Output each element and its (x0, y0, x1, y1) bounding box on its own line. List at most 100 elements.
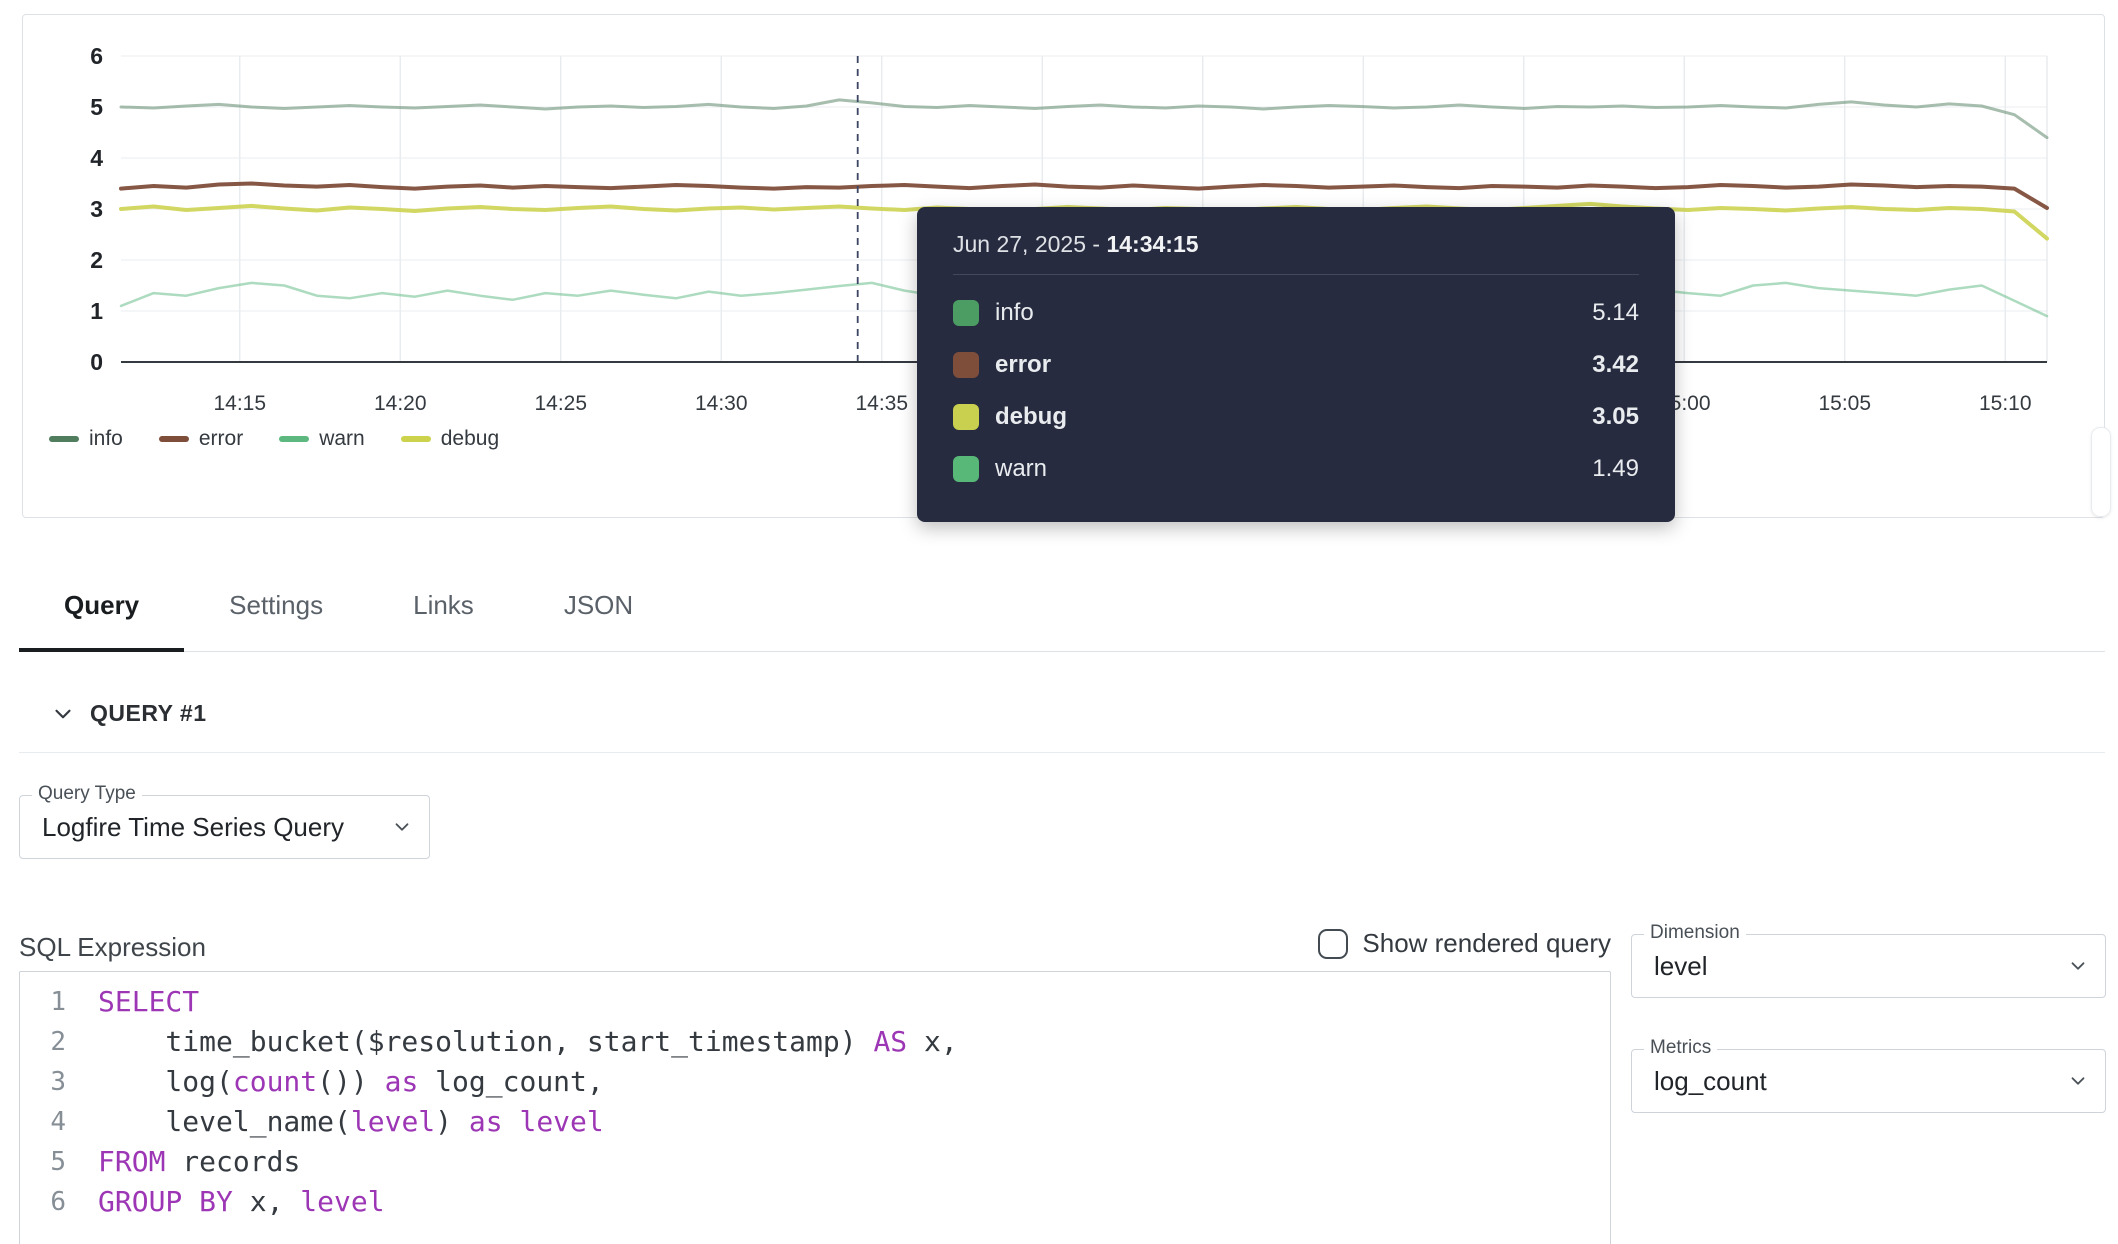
tooltip-row-debug: debug3.05 (953, 391, 1639, 443)
show-rendered-query-checkbox[interactable] (1318, 929, 1348, 959)
legend-label: debug (441, 427, 499, 451)
tooltip-swatch (953, 352, 979, 378)
tab-bar: Query Settings Links JSON (19, 560, 2105, 652)
divider (19, 752, 2105, 753)
tooltip-series-value: 3.05 (1592, 403, 1639, 431)
tooltip-time: 14:34:15 (1106, 231, 1198, 257)
svg-text:14:30: 14:30 (695, 392, 748, 415)
tab-settings[interactable]: Settings (184, 560, 368, 651)
tab-json-label: JSON (564, 590, 633, 621)
dimension-value: level (1632, 935, 2105, 997)
chevron-down-icon (2067, 955, 2089, 977)
legend-label: warn (319, 427, 365, 451)
tab-links[interactable]: Links (368, 560, 519, 651)
svg-text:6: 6 (90, 43, 103, 69)
tab-links-label: Links (413, 590, 474, 621)
show-rendered-query-label: Show rendered query (1362, 928, 1611, 959)
svg-text:2: 2 (90, 247, 103, 273)
legend-swatch (159, 436, 189, 442)
code-line: 3 log(count()) as log_count, (20, 1062, 1610, 1102)
svg-text:14:25: 14:25 (534, 392, 587, 415)
tooltip-row-error: error3.42 (953, 339, 1639, 391)
svg-text:0: 0 (90, 349, 103, 375)
chevron-down-icon (391, 816, 413, 838)
sql-code: 1SELECT2 time_bucket($resolution, start_… (20, 982, 1610, 1222)
tooltip-series-value: 1.49 (1592, 455, 1639, 483)
svg-text:1: 1 (90, 298, 103, 324)
metrics-value: log_count (1632, 1050, 2105, 1112)
line-number: 1 (20, 982, 80, 1022)
svg-text:14:35: 14:35 (855, 392, 908, 415)
tooltip-rows: info5.14error3.42debug3.05warn1.49 (953, 287, 1639, 495)
tooltip-swatch (953, 300, 979, 326)
tooltip-date: Jun 27, 2025 - (953, 231, 1106, 257)
chevron-down-icon (2067, 1070, 2089, 1092)
code-text: GROUP BY x, level (80, 1182, 385, 1222)
legend-swatch (401, 436, 431, 442)
code-text: log(count()) as log_count, (80, 1062, 604, 1102)
sql-editor[interactable]: 1SELECT2 time_bucket($resolution, start_… (19, 971, 1611, 1244)
tab-query[interactable]: Query (19, 560, 184, 651)
query-section-title: QUERY #1 (90, 700, 207, 727)
line-number: 4 (20, 1102, 80, 1142)
code-text: level_name(level) as level (80, 1102, 604, 1142)
page: 14:1514:2014:2514:3014:3514:4014:4514:50… (0, 0, 2118, 1244)
tooltip-timestamp: Jun 27, 2025 - 14:34:15 (953, 231, 1639, 275)
code-text: time_bucket($resolution, start_timestamp… (80, 1022, 958, 1062)
chart-legend: info error warn debug (49, 427, 499, 451)
dimension-select[interactable]: Dimension level (1631, 934, 2106, 998)
tooltip-swatch (953, 456, 979, 482)
code-line: 4 level_name(level) as level (20, 1102, 1610, 1142)
dimension-label: Dimension (1644, 922, 1746, 944)
tab-query-label: Query (64, 590, 139, 621)
tooltip-series-label: error (995, 351, 1592, 379)
svg-text:15:05: 15:05 (1818, 392, 1871, 415)
tooltip-series-label: info (995, 299, 1592, 327)
sql-expression-label: SQL Expression (19, 932, 206, 963)
svg-text:5: 5 (90, 94, 103, 120)
chart-tooltip: Jun 27, 2025 - 14:34:15 info5.14error3.4… (917, 207, 1675, 522)
tooltip-series-label: debug (995, 403, 1592, 431)
tooltip-series-value: 5.14 (1592, 299, 1639, 327)
tooltip-series-label: warn (995, 455, 1592, 483)
tooltip-row-info: info5.14 (953, 287, 1639, 339)
svg-text:15:10: 15:10 (1979, 392, 2032, 415)
code-line: 2 time_bucket($resolution, start_timesta… (20, 1022, 1610, 1062)
legend-item-info[interactable]: info (49, 427, 123, 451)
tooltip-series-value: 3.42 (1592, 351, 1639, 379)
code-line: 6GROUP BY x, level (20, 1182, 1610, 1222)
show-rendered-query-toggle: Show rendered query (1318, 928, 1611, 959)
legend-item-debug[interactable]: debug (401, 427, 499, 451)
metrics-select[interactable]: Metrics log_count (1631, 1049, 2106, 1113)
svg-text:14:20: 14:20 (374, 392, 427, 415)
scrollbar-thumb[interactable] (2091, 427, 2111, 517)
active-tab-underline (19, 648, 184, 652)
query-type-select[interactable]: Query Type Logfire Time Series Query (19, 795, 430, 859)
line-number: 6 (20, 1182, 80, 1222)
svg-text:3: 3 (90, 196, 103, 222)
query-section-toggle[interactable]: QUERY #1 (50, 700, 207, 727)
query-type-label: Query Type (32, 783, 142, 805)
tooltip-row-warn: warn1.49 (953, 443, 1639, 495)
chevron-down-icon (50, 701, 76, 727)
tooltip-swatch (953, 404, 979, 430)
code-line: 5FROM records (20, 1142, 1610, 1182)
code-text: SELECT (80, 982, 199, 1022)
legend-item-warn[interactable]: warn (279, 427, 365, 451)
legend-swatch (279, 436, 309, 442)
svg-text:14:15: 14:15 (213, 392, 266, 415)
legend-swatch (49, 436, 79, 442)
code-text: FROM records (80, 1142, 300, 1182)
query-type-value: Logfire Time Series Query (20, 796, 429, 858)
line-number: 5 (20, 1142, 80, 1182)
tab-settings-label: Settings (229, 590, 323, 621)
line-number: 2 (20, 1022, 80, 1062)
legend-item-error[interactable]: error (159, 427, 243, 451)
tab-json[interactable]: JSON (519, 560, 678, 651)
code-line: 1SELECT (20, 982, 1610, 1022)
legend-label: error (199, 427, 243, 451)
legend-label: info (89, 427, 123, 451)
svg-text:4: 4 (90, 145, 103, 171)
line-number: 3 (20, 1062, 80, 1102)
metrics-label: Metrics (1644, 1037, 1717, 1059)
